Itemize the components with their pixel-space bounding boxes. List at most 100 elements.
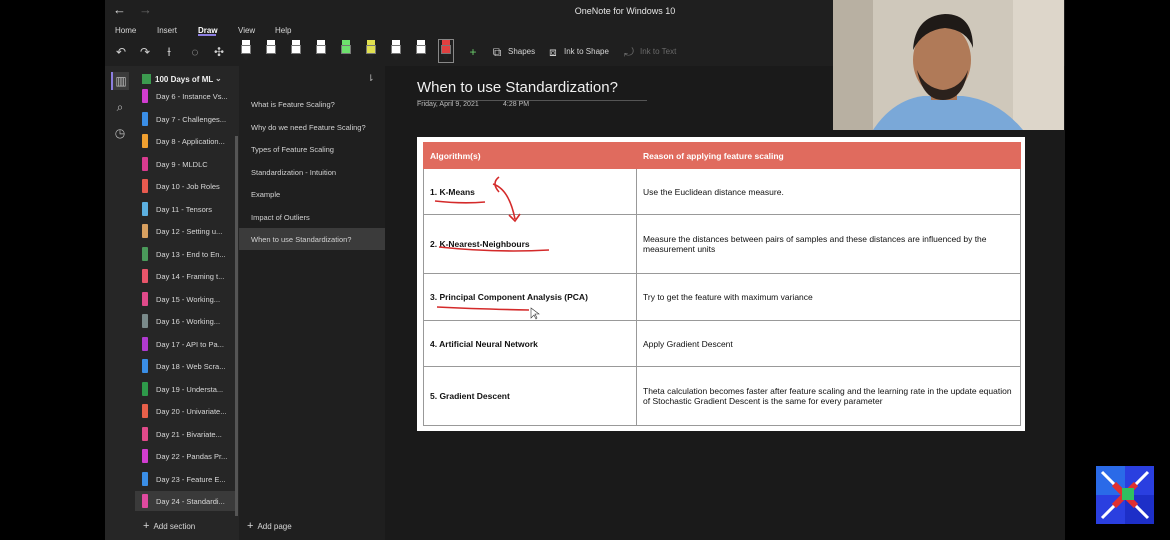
reason-cell: Measure the distances between pairs of s…: [636, 214, 1021, 274]
add-section-label: Add section: [153, 522, 196, 531]
tab-view[interactable]: View: [238, 26, 255, 35]
window-title: OneNote for Windows 10: [574, 6, 676, 16]
section-item[interactable]: Day 13 - End to En...: [135, 244, 237, 264]
page-item[interactable]: What is Feature Scaling?: [239, 93, 385, 115]
section-item[interactable]: Day 8 - Application...: [135, 131, 237, 151]
page-label: Types of Feature Scaling: [251, 145, 334, 154]
webcam-overlay: [833, 0, 1064, 130]
pen-tool-icon[interactable]: [339, 40, 353, 62]
ink-to-text-icon: ⤾: [624, 45, 634, 59]
section-label: Day 19 - Understa...: [156, 384, 224, 394]
page-label: What is Feature Scaling?: [251, 100, 335, 109]
page-label: Example: [251, 190, 281, 199]
header-reason: Reason of applying feature scaling: [636, 142, 1021, 169]
section-item[interactable]: Day 15 - Working...: [135, 289, 237, 309]
section-color-tab: [142, 269, 148, 283]
tab-help[interactable]: Help: [275, 26, 291, 35]
algorithm-cell: 2. K-Nearest-Neighbours: [423, 214, 637, 274]
section-item[interactable]: Day 14 - Framing t...: [135, 266, 237, 286]
section-item[interactable]: Day 23 - Feature E...: [135, 469, 237, 489]
algorithm-cell: 4. Artificial Neural Network: [423, 320, 637, 367]
page-title[interactable]: When to use Standardization?: [417, 79, 618, 96]
page-canvas[interactable]: When to use Standardization? Friday, Apr…: [385, 66, 1065, 540]
section-item[interactable]: Day 19 - Understa...: [135, 379, 237, 399]
page-item[interactable]: Why do we need Feature Scaling?: [239, 116, 385, 138]
section-item[interactable]: Day 20 - Univariate...: [135, 401, 237, 421]
section-item[interactable]: Day 24 - Standardi...: [135, 491, 237, 511]
section-label: Day 13 - End to En...: [156, 249, 226, 259]
add-page-label: Add page: [257, 522, 292, 531]
lasso-select-icon[interactable]: ◌: [187, 44, 203, 60]
pen-tool-icon[interactable]: [364, 40, 378, 62]
page-item[interactable]: When to use Standardization?: [239, 228, 385, 250]
tab-home[interactable]: Home: [115, 26, 136, 35]
pasted-table-image[interactable]: Algorithm(s) Reason of applying feature …: [417, 137, 1025, 431]
shapes-button[interactable]: Shapes: [508, 47, 535, 56]
section-item[interactable]: Day 10 - Job Roles: [135, 176, 237, 196]
pen-tool-icon[interactable]: [289, 40, 303, 62]
plus-icon: +: [247, 520, 254, 532]
section-item[interactable]: Day 22 - Pandas Pr...: [135, 446, 237, 466]
forward-arrow-icon[interactable]: →: [139, 2, 152, 17]
section-color-tab: [142, 381, 148, 396]
ink-to-shape-icon[interactable]: ⧈: [545, 44, 561, 60]
page-item[interactable]: Impact of Outliers: [239, 206, 385, 228]
redo-icon[interactable]: ↷: [137, 44, 153, 60]
type-select-icon[interactable]: Ɨ: [161, 44, 177, 60]
notebooks-icon[interactable]: ▥: [111, 72, 129, 90]
section-item[interactable]: Day 6 - Instance Vs...: [135, 86, 237, 106]
pen-tool-icon[interactable]: [264, 40, 278, 62]
section-color-tab: [142, 156, 148, 171]
add-page-button[interactable]: + Add page: [247, 520, 292, 532]
pen-tool-icon[interactable]: [239, 40, 253, 62]
section-label: Day 18 - Web Scra...: [156, 362, 226, 371]
section-color-tab: [142, 426, 148, 441]
section-scrollbar[interactable]: [235, 136, 238, 516]
section-label: Day 7 - Challenges...: [156, 114, 227, 124]
reason-cell: Apply Gradient Descent: [636, 320, 1021, 367]
table-row: 4. Artificial Neural Network Apply Gradi…: [423, 320, 1021, 367]
section-item[interactable]: Day 16 - Working...: [135, 311, 237, 331]
section-item[interactable]: Day 11 - Tensors: [135, 199, 237, 219]
section-item[interactable]: Day 21 - Bivariate...: [135, 424, 237, 444]
sort-icon[interactable]: ⇂: [367, 73, 375, 84]
section-item[interactable]: Day 17 - API to Pa...: [135, 334, 237, 354]
add-pen-icon[interactable]: +: [465, 44, 481, 60]
page-item[interactable]: Types of Feature Scaling: [239, 138, 385, 160]
back-arrow-icon[interactable]: ←: [113, 2, 126, 17]
pen-tool-icon[interactable]: [438, 39, 454, 63]
notebook-name: 100 Days of ML: [155, 75, 214, 84]
section-item[interactable]: Day 9 - MLDLC: [135, 154, 237, 174]
undo-icon[interactable]: ↶: [113, 44, 129, 60]
section-color-tab: [142, 224, 148, 238]
ink-to-shape-button[interactable]: Ink to Shape: [564, 47, 609, 56]
algorithm-cell: 1. K-Means: [423, 168, 637, 215]
tab-insert[interactable]: Insert: [157, 26, 177, 35]
shapes-icon[interactable]: ⧉: [489, 44, 505, 60]
section-label: Day 16 - Working...: [156, 317, 221, 326]
active-tab-indicator: [198, 34, 216, 36]
add-space-icon[interactable]: ✣: [211, 44, 227, 60]
section-color-tab: [142, 89, 148, 103]
pen-tool-icon[interactable]: [389, 40, 403, 62]
section-color-tab: [142, 359, 148, 373]
page-item[interactable]: Standardization - Intuition: [239, 161, 385, 183]
header-algorithms: Algorithm(s): [423, 142, 637, 169]
section-color-tab: [142, 111, 148, 126]
section-color-tab: [142, 134, 148, 148]
page-date: Friday, April 9, 2021: [417, 101, 479, 108]
section-item[interactable]: Day 7 - Challenges...: [135, 109, 237, 129]
recent-clock-icon[interactable]: ◷: [111, 124, 129, 142]
page-item[interactable]: Example: [239, 183, 385, 205]
section-color-tab: [142, 314, 148, 328]
section-item[interactable]: Day 18 - Web Scra...: [135, 356, 237, 376]
page-label: Impact of Outliers: [251, 212, 310, 222]
pen-tool-icon[interactable]: [414, 40, 428, 62]
add-section-button[interactable]: + Add section: [143, 520, 195, 532]
pen-tool-icon[interactable]: [314, 40, 328, 62]
section-color-tab: [142, 449, 148, 463]
section-label: Day 23 - Feature E...: [156, 474, 226, 484]
section-item[interactable]: Day 12 - Setting u...: [135, 221, 237, 241]
section-label: Day 22 - Pandas Pr...: [156, 452, 228, 461]
search-icon[interactable]: ⌕: [111, 98, 129, 116]
